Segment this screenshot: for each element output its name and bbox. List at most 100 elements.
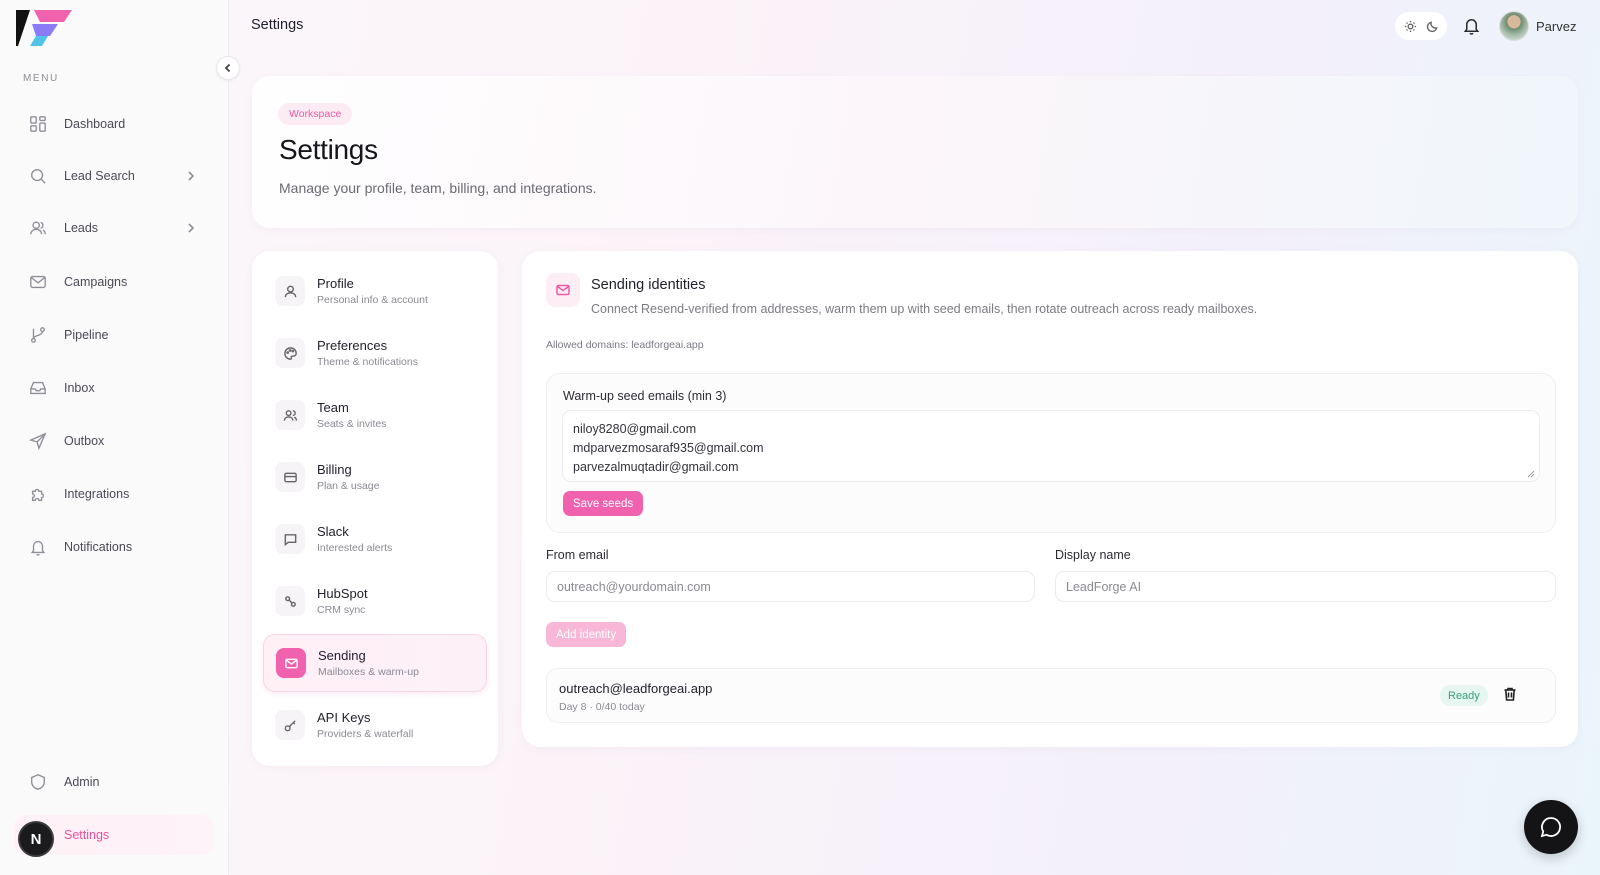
settings-tab-title: Billing <box>317 462 352 477</box>
settings-tab-title: HubSpot <box>317 586 368 601</box>
settings-tab-subtitle: Mailboxes & warm-up <box>318 666 419 678</box>
settings-tab-title: Slack <box>317 524 349 539</box>
menu-label: MENU <box>23 73 59 84</box>
sidebar-item-campaigns[interactable]: Campaigns <box>14 262 214 302</box>
mail-icon <box>546 273 580 307</box>
sidebar-item-label: Pipeline <box>64 328 109 342</box>
sidebar-item-pipeline[interactable]: Pipeline <box>14 315 214 355</box>
credit-card-icon <box>275 462 305 492</box>
trash-icon <box>1504 687 1516 701</box>
identity-warmup-meta: Day 8 · 0/40 today <box>559 701 645 713</box>
from-email-label: From email <box>546 548 609 562</box>
settings-tab-subtitle: Plan & usage <box>317 480 380 492</box>
team-icon <box>275 400 305 430</box>
chevron-right-icon[interactable] <box>184 169 198 183</box>
sidebar-item-label: Campaigns <box>64 275 128 289</box>
settings-tab-subtitle: Seats & invites <box>317 418 387 430</box>
shield-icon <box>28 772 48 792</box>
settings-tab-subtitle: Personal info & account <box>317 294 428 306</box>
settings-tab-title: Profile <box>317 276 354 291</box>
sun-icon <box>1404 20 1416 32</box>
sidebar-item-integrations[interactable]: Integrations <box>14 474 214 514</box>
settings-tab-title: Sending <box>318 648 366 663</box>
settings-tab-sending[interactable]: Sending Mailboxes & warm-up <box>263 634 487 692</box>
settings-tab-preferences[interactable]: Preferences Theme & notifications <box>263 324 487 382</box>
sidebar-item-outbox[interactable]: Outbox <box>14 421 214 461</box>
workspace-badge: Workspace <box>278 103 353 125</box>
add-identity-button[interactable]: Add identity <box>546 622 627 647</box>
settings-tab-team[interactable]: Team Seats & invites <box>263 386 487 444</box>
panel-title: Sending identities <box>591 277 706 293</box>
bell-icon <box>28 537 48 557</box>
collapse-sidebar-button[interactable] <box>216 56 240 80</box>
sidebar-item-label: Lead Search <box>64 169 135 183</box>
settings-tab-api-keys[interactable]: API Keys Providers & waterfall <box>263 696 487 754</box>
settings-tab-title: Team <box>317 400 349 415</box>
settings-tab-title: API Keys <box>317 710 371 725</box>
identity-email: outreach@leadforgeai.app <box>559 681 713 696</box>
sidebar: MENU Dashboard Lead Search Leads Campaig… <box>0 0 229 875</box>
panel-description: Connect Resend-verified from addresses, … <box>591 302 1258 316</box>
chevron-left-icon <box>224 63 231 73</box>
users-icon <box>28 218 48 238</box>
user-icon <box>275 276 305 306</box>
identity-row: outreach@leadforgeai.app Day 8 · 0/40 to… <box>546 668 1556 723</box>
display-name-label: Display name <box>1055 548 1131 562</box>
palette-icon <box>275 338 305 368</box>
settings-tab-slack[interactable]: Slack Interested alerts <box>263 510 487 568</box>
page-subtitle: Manage your profile, team, billing, and … <box>279 180 597 196</box>
resize-handle-icon[interactable] <box>1527 470 1535 478</box>
user-name[interactable]: Parvez <box>1536 19 1576 34</box>
message-square-icon <box>275 524 305 554</box>
settings-tab-subtitle: Providers & waterfall <box>317 728 414 740</box>
from-email-input[interactable] <box>546 571 1035 602</box>
settings-nav: Profile Personal info & account Preferenc… <box>252 251 498 766</box>
delete-identity-button[interactable] <box>1502 686 1520 704</box>
chat-button[interactable] <box>1524 800 1578 854</box>
sidebar-item-lead-search[interactable]: Lead Search <box>14 156 214 196</box>
sidebar-item-label: Dashboard <box>64 117 126 131</box>
sidebar-item-label: Notifications <box>64 540 133 554</box>
page-header: Workspace Settings Manage your profile, … <box>252 76 1578 228</box>
settings-tab-subtitle: CRM sync <box>317 604 366 616</box>
sidebar-item-label: Admin <box>64 775 100 789</box>
pipeline-icon <box>28 325 48 345</box>
puzzle-icon <box>28 484 48 504</box>
inbox-icon <box>28 378 48 398</box>
chat-bubble-icon <box>1540 817 1561 838</box>
dashboard-icon <box>28 114 48 134</box>
seed-emails-label: Warm-up seed emails (min 3) <box>563 389 727 403</box>
theme-toggle[interactable] <box>1395 12 1447 40</box>
display-name-input[interactable] <box>1055 571 1556 602</box>
sidebar-item-dashboard[interactable]: Dashboard <box>14 104 214 144</box>
notifications-bell-icon[interactable] <box>1462 16 1482 36</box>
sidebar-item-label: Leads <box>64 221 99 235</box>
app-logo[interactable] <box>14 6 74 48</box>
sidebar-item-label: Integrations <box>64 487 130 501</box>
sidebar-item-admin[interactable]: Admin <box>14 762 214 802</box>
settings-tab-subtitle: Interested alerts <box>317 542 393 554</box>
sidebar-item-inbox[interactable]: Inbox <box>14 368 214 408</box>
sidebar-item-label: Outbox <box>64 434 105 448</box>
seed-emails-textarea[interactable] <box>562 410 1540 482</box>
settings-tab-billing[interactable]: Billing Plan & usage <box>263 448 487 506</box>
page-title: Settings <box>279 134 378 165</box>
allowed-domains: Allowed domains: leadforgeai.app <box>546 339 704 351</box>
settings-tab-hubspot[interactable]: HubSpot CRM sync <box>263 572 487 630</box>
mail-icon <box>28 272 48 292</box>
settings-tab-subtitle: Theme & notifications <box>317 356 418 368</box>
user-avatar[interactable] <box>1499 11 1529 41</box>
sending-identities-panel: Sending identities Connect Resend-verifi… <box>522 251 1578 747</box>
settings-tab-profile[interactable]: Profile Personal info & account <box>263 262 487 320</box>
chevron-right-icon[interactable] <box>184 221 198 235</box>
save-seeds-button[interactable]: Save seeds <box>563 491 644 516</box>
sidebar-item-notifications[interactable]: Notifications <box>14 527 214 567</box>
key-icon <box>275 710 305 740</box>
sidebar-item-label: Inbox <box>64 381 95 395</box>
search-icon <box>28 166 48 186</box>
hubspot-icon <box>275 586 305 616</box>
sidebar-item-leads[interactable]: Leads <box>14 208 214 248</box>
send-icon <box>28 431 48 451</box>
workspace-avatar[interactable]: N <box>18 821 54 857</box>
mail-icon <box>276 648 306 678</box>
